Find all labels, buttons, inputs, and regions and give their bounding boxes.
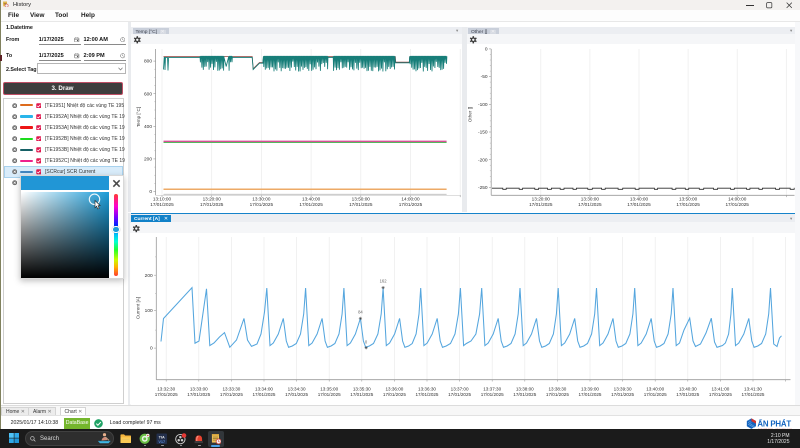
svg-text:Current [A]: Current [A]: [135, 297, 140, 319]
svg-text:17/01/2025: 17/01/2025: [317, 392, 340, 397]
svg-text:600: 600: [144, 91, 152, 97]
svg-text:13:32:30: 13:32:30: [157, 386, 175, 391]
svg-text:13:36:00: 13:36:00: [385, 386, 403, 391]
svg-text:17/01/2025: 17/01/2025: [299, 202, 323, 207]
svg-text:800: 800: [144, 59, 152, 65]
svg-text:100: 100: [144, 308, 152, 314]
svg-text:-100: -100: [477, 102, 487, 108]
svg-text:17/01/2025: 17/01/2025: [350, 392, 373, 397]
svg-text:13:50:00: 13:50:00: [352, 197, 371, 202]
svg-text:17/01/2025: 17/01/2025: [513, 392, 536, 397]
svg-text:17/01/2025: 17/01/2025: [252, 392, 275, 397]
svg-text:13:34:30: 13:34:30: [287, 386, 305, 391]
svg-text:17/01/2025: 17/01/2025: [480, 392, 503, 397]
svg-text:17/01/2025: 17/01/2025: [349, 202, 373, 207]
svg-text:13:33:30: 13:33:30: [222, 386, 240, 391]
svg-text:V17: V17: [159, 440, 166, 444]
svg-text:17/01/2025: 17/01/2025: [627, 202, 651, 207]
svg-text:17/01/2025: 17/01/2025: [187, 392, 210, 397]
svg-text:17/01/2025: 17/01/2025: [415, 392, 438, 397]
svg-text:13:37:00: 13:37:00: [450, 386, 468, 391]
svg-text:17/01/2025: 17/01/2025: [448, 392, 471, 397]
svg-text:13:30:00: 13:30:00: [252, 197, 271, 202]
svg-text:14:00:00: 14:00:00: [728, 197, 747, 202]
svg-text:-50: -50: [480, 74, 487, 80]
svg-text:13:20:00: 13:20:00: [531, 197, 550, 202]
svg-text:13:40:00: 13:40:00: [629, 197, 648, 202]
svg-text:14:00:00: 14:00:00: [401, 197, 420, 202]
svg-text:0: 0: [150, 346, 153, 352]
svg-text:162: 162: [379, 279, 387, 284]
svg-text:13:38:30: 13:38:30: [548, 386, 566, 391]
svg-text:17/01/2025: 17/01/2025: [285, 392, 308, 397]
svg-text:17/01/2025: 17/01/2025: [741, 392, 764, 397]
svg-text:13:39:00: 13:39:00: [581, 386, 599, 391]
svg-text:13:10:00: 13:10:00: [153, 197, 172, 202]
svg-text:13:20:00: 13:20:00: [203, 197, 222, 202]
svg-text:TIA: TIA: [159, 435, 165, 439]
svg-text:0: 0: [484, 47, 487, 53]
svg-text:84: 84: [358, 310, 363, 315]
svg-text:13:33:00: 13:33:00: [189, 386, 207, 391]
svg-text:17/01/2025: 17/01/2025: [578, 202, 602, 207]
svg-text:13:38:00: 13:38:00: [515, 386, 533, 391]
svg-text:13:40:00: 13:40:00: [302, 197, 321, 202]
svg-text:Temp [°C]: Temp [°C]: [136, 107, 141, 127]
svg-text:-250: -250: [477, 185, 487, 191]
svg-text:17/01/2025: 17/01/2025: [725, 202, 749, 207]
svg-text:13:30:00: 13:30:00: [580, 197, 599, 202]
svg-text:17/01/2025: 17/01/2025: [250, 202, 274, 207]
svg-text:13:50:00: 13:50:00: [678, 197, 697, 202]
svg-text:400: 400: [144, 124, 152, 130]
svg-text:17/01/2025: 17/01/2025: [529, 202, 553, 207]
svg-text:ẤN PHÁT: ẤN PHÁT: [757, 418, 791, 428]
svg-text:13:41:30: 13:41:30: [744, 386, 762, 391]
svg-text:17/01/2025: 17/01/2025: [200, 202, 224, 207]
svg-text:0: 0: [149, 189, 152, 195]
svg-text:Other []: Other []: [467, 107, 472, 122]
svg-text:13:35:00: 13:35:00: [320, 386, 338, 391]
svg-text:13:34:00: 13:34:00: [255, 386, 273, 391]
svg-text:17/01/2025: 17/01/2025: [382, 392, 405, 397]
svg-text:17/01/2025: 17/01/2025: [578, 392, 601, 397]
svg-text:13:36:30: 13:36:30: [418, 386, 436, 391]
svg-text:13:40:00: 13:40:00: [646, 386, 664, 391]
svg-text:200: 200: [144, 273, 152, 279]
svg-text:-150: -150: [477, 130, 487, 136]
svg-text:13:41:00: 13:41:00: [711, 386, 729, 391]
svg-text:17/01/2025: 17/01/2025: [643, 392, 666, 397]
svg-text:17/01/2025: 17/01/2025: [545, 392, 568, 397]
svg-text:13:39:30: 13:39:30: [613, 386, 631, 391]
svg-text:17/01/2025: 17/01/2025: [676, 202, 700, 207]
svg-text:17/01/2025: 17/01/2025: [154, 392, 177, 397]
svg-text:13:35:30: 13:35:30: [352, 386, 370, 391]
svg-text:17/01/2025: 17/01/2025: [708, 392, 731, 397]
svg-text:17/01/2025: 17/01/2025: [219, 392, 242, 397]
svg-text:17/01/2025: 17/01/2025: [611, 392, 634, 397]
svg-text:17/01/2025: 17/01/2025: [676, 392, 699, 397]
svg-text:13:37:30: 13:37:30: [483, 386, 501, 391]
svg-text:-200: -200: [477, 157, 487, 163]
svg-text:13:40:30: 13:40:30: [678, 386, 696, 391]
svg-text:17/01/2025: 17/01/2025: [150, 202, 174, 207]
svg-text:17/01/2025: 17/01/2025: [399, 202, 423, 207]
svg-text:200: 200: [144, 157, 152, 163]
